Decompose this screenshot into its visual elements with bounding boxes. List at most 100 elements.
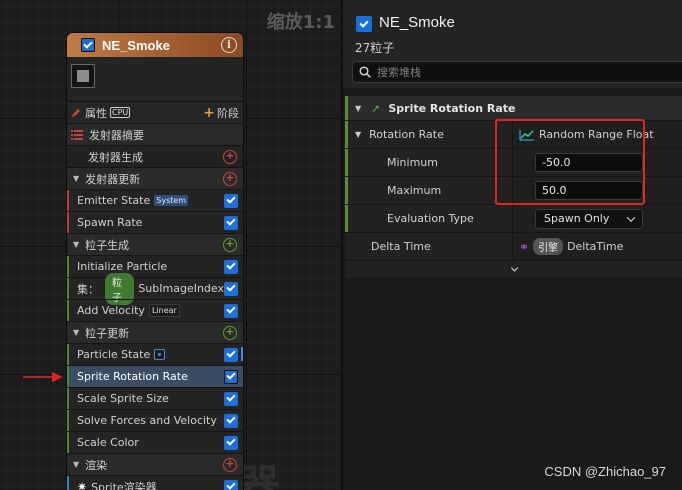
collapse-caret-icon[interactable]: ▼	[355, 130, 361, 139]
module-enable-checkbox[interactable]	[224, 303, 238, 318]
module-enable-checkbox[interactable]	[224, 369, 238, 384]
module-label: Particle State	[77, 348, 151, 361]
module-particle-state[interactable]: Particle State	[67, 343, 243, 365]
collapse-caret-icon[interactable]: ▼	[355, 104, 361, 113]
collapse-caret-icon[interactable]: ▼	[73, 174, 79, 183]
node-enable-checkbox[interactable]	[81, 38, 95, 52]
module-set-subimageindex[interactable]: 集： 粒子 SubImageIndex	[67, 272, 243, 305]
module-enable-checkbox[interactable]	[224, 281, 238, 296]
row-emitter-update[interactable]: ▼ 发射器更新 +	[67, 167, 243, 189]
module-label: Initialize Particle	[77, 260, 168, 273]
row-emitter-summary[interactable]: 发射器摘要	[67, 123, 243, 145]
evaluation-type-dropdown[interactable]: Spawn Only	[535, 208, 643, 229]
add-module-icon[interactable]: +	[223, 325, 237, 340]
chevron-down-icon	[510, 264, 519, 272]
properties-label[interactable]: 属性	[85, 105, 107, 121]
prop-label: Delta Time	[371, 240, 431, 253]
module-label: Scale Sprite Size	[77, 392, 169, 405]
module-label: Sprite Rotation Rate	[77, 370, 188, 383]
module-label: Sprite渲染器	[91, 480, 157, 490]
graph-canvas[interactable]: 缩放1:1 发射器 NE_Smoke i 属性 CPU + 阶段 发射器摘要	[0, 0, 341, 490]
module-solve-forces[interactable]: Solve Forces and Velocity	[67, 409, 243, 431]
prop-name-cell: Evaluation Type	[345, 205, 513, 232]
module-enable-checkbox[interactable]	[224, 347, 238, 362]
row-label: 粒子更新	[85, 326, 130, 340]
row-emitter-spawn[interactable]: 发射器生成 +	[67, 145, 243, 167]
prop-value-cell: Spawn Only	[513, 205, 682, 232]
module-sprite-renderer[interactable]: ✷ Sprite渲染器	[67, 475, 243, 490]
cpu-badge: CPU	[110, 107, 131, 118]
list-icon	[71, 129, 83, 140]
expand-advanced-button[interactable]	[345, 261, 682, 279]
zoom-label: 缩放1:1	[266, 12, 335, 33]
module-emitter-state[interactable]: Emitter State System	[67, 189, 243, 211]
red-arrow-annotation	[23, 372, 63, 382]
prop-name-cell: ▼ Rotation Rate	[345, 121, 513, 148]
prop-value: DeltaTime	[567, 240, 624, 253]
row-label: 发射器生成	[88, 150, 143, 164]
emitter-enable-checkbox[interactable]	[356, 16, 372, 32]
dropdown-value: Spawn Only	[544, 212, 610, 225]
add-stage-button[interactable]: + 阶段	[203, 105, 239, 121]
module-enable-checkbox[interactable]	[224, 479, 238, 490]
add-module-icon[interactable]: +	[223, 171, 237, 186]
add-module-icon[interactable]: +	[223, 149, 237, 164]
module-leaf-icon: ➚	[371, 101, 381, 115]
linear-tag: Linear	[148, 304, 180, 317]
red-highlight-box	[495, 119, 645, 205]
row-particle-update[interactable]: ▼ 粒子更新 +	[67, 321, 243, 343]
module-label: Add Velocity	[77, 304, 145, 317]
module-scale-color[interactable]: Scale Color	[67, 431, 243, 453]
category-sprite-rotation-rate[interactable]: ▼ ➚ Sprite Rotation Rate	[345, 96, 682, 121]
module-scale-sprite-size[interactable]: Scale Sprite Size	[67, 387, 243, 409]
module-enable-checkbox[interactable]	[224, 391, 238, 406]
particle-count: 27粒子	[355, 41, 395, 55]
panel-header: NE_Smoke 27粒子 搜索堆栈	[343, 0, 682, 88]
module-label: Emitter State	[77, 194, 151, 207]
thumbnail-icon[interactable]	[71, 64, 95, 88]
selection-details-panel: NE_Smoke 27粒子 搜索堆栈 ▼ ➚ Sprite Rotation R…	[341, 0, 682, 490]
selection-marker	[241, 347, 243, 361]
prop-label: Evaluation Type	[387, 212, 474, 225]
row-label: 粒子生成	[85, 238, 130, 252]
module-enable-checkbox[interactable]	[224, 259, 238, 274]
info-icon[interactable]: i	[221, 37, 237, 53]
module-enable-checkbox[interactable]	[224, 215, 238, 230]
module-label: Spawn Rate	[77, 216, 143, 229]
prop-name-cell: Maximum	[345, 177, 513, 204]
add-module-icon[interactable]: +	[223, 457, 237, 472]
module-add-velocity[interactable]: Add Velocity Linear	[67, 299, 243, 321]
module-label: Solve Forces and Velocity	[77, 414, 217, 427]
prop-delta-time: Delta Time ⚭ 引擎 DeltaTime	[345, 233, 682, 261]
module-enable-checkbox[interactable]	[224, 413, 238, 428]
prop-evaluation-type: Evaluation Type Spawn Only	[345, 205, 682, 233]
emitter-node[interactable]: NE_Smoke i 属性 CPU + 阶段 发射器摘要 发射器生成 + ▼ 发…	[66, 32, 244, 490]
search-icon	[359, 66, 371, 78]
category-label: Sprite Rotation Rate	[388, 101, 516, 115]
row-render[interactable]: ▼ 渲染 +	[67, 453, 243, 475]
node-header[interactable]: NE_Smoke i	[67, 33, 243, 57]
collapse-caret-icon[interactable]: ▼	[73, 460, 79, 469]
prop-label: Rotation Rate	[369, 128, 444, 141]
sparkle-icon: ✷	[77, 479, 88, 490]
link-icon: ⚭	[519, 239, 530, 254]
module-label: SubImageIndex	[138, 282, 224, 295]
collapse-caret-icon[interactable]: ▼	[73, 240, 79, 249]
panel-title: NE_Smoke	[379, 14, 455, 31]
module-sprite-rotation-rate[interactable]: Sprite Rotation Rate	[67, 365, 243, 387]
module-label: Scale Color	[77, 436, 139, 449]
module-enable-checkbox[interactable]	[224, 193, 238, 208]
module-spawn-rate[interactable]: Spawn Rate	[67, 211, 243, 233]
search-input[interactable]: 搜索堆栈	[352, 61, 682, 83]
engine-namespace-tag: 引擎	[533, 238, 564, 255]
pencil-icon[interactable]	[70, 107, 82, 119]
set-label: 集：	[77, 282, 99, 296]
linked-input[interactable]: ⚭ 引擎 DeltaTime	[513, 233, 682, 260]
collapse-caret-icon[interactable]: ▼	[73, 328, 79, 337]
row-label: 发射器更新	[85, 172, 141, 186]
row-particle-spawn[interactable]: ▼ 粒子生成 +	[67, 233, 243, 255]
add-module-icon[interactable]: +	[223, 237, 237, 252]
module-enable-checkbox[interactable]	[224, 435, 238, 450]
prop-label: Maximum	[387, 184, 442, 197]
chevron-down-icon	[626, 212, 636, 222]
